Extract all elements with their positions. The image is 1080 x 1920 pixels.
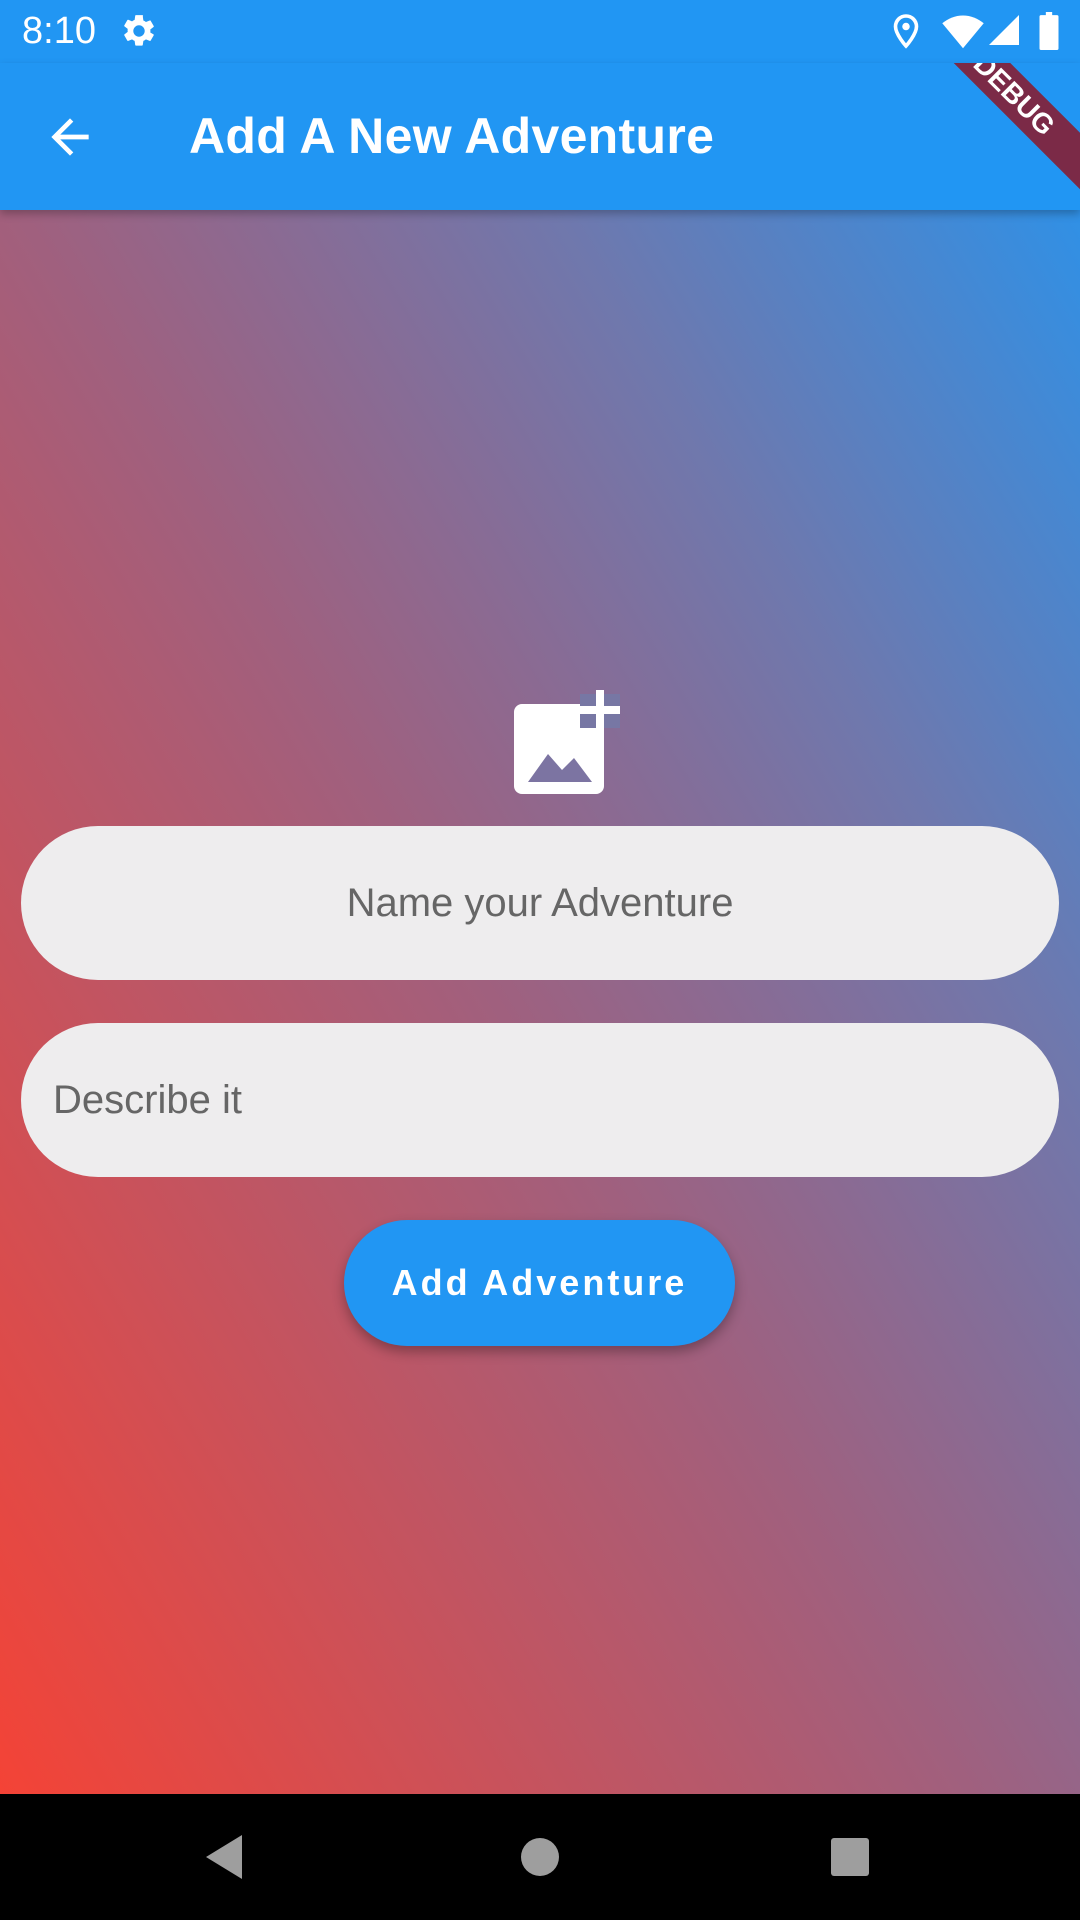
nav-recents-button[interactable] xyxy=(790,1794,910,1920)
page-title: Add A New Adventure xyxy=(189,108,715,164)
adventure-description-input[interactable] xyxy=(21,1023,1059,1177)
settings-icon xyxy=(124,15,154,46)
nav-back-button[interactable] xyxy=(164,1794,284,1920)
app-bar: Add A New Adventure DEBUG xyxy=(0,63,1080,210)
screen: 8:10 Add A New Adventure DEBUG Name your… xyxy=(0,0,1080,1920)
back-triangle-icon xyxy=(206,1835,242,1879)
debug-banner: DEBUG xyxy=(907,63,1080,202)
signal-icon xyxy=(989,15,1019,45)
location-icon xyxy=(893,14,919,49)
system-nav-bar xyxy=(0,1794,1080,1920)
status-bar: 8:10 xyxy=(0,0,1080,63)
add-photo-icon[interactable] xyxy=(510,688,620,798)
add-adventure-button[interactable]: Add Adventure xyxy=(344,1220,735,1346)
nav-home-button[interactable] xyxy=(480,1794,600,1920)
home-circle-icon xyxy=(521,1838,559,1876)
wifi-icon xyxy=(942,15,984,49)
battery-icon xyxy=(1039,12,1059,50)
status-time: 8:10 xyxy=(22,10,96,52)
arrow-back-icon[interactable] xyxy=(42,109,98,165)
adventure-name-input[interactable] xyxy=(21,826,1059,980)
recents-square-icon xyxy=(831,1838,869,1876)
